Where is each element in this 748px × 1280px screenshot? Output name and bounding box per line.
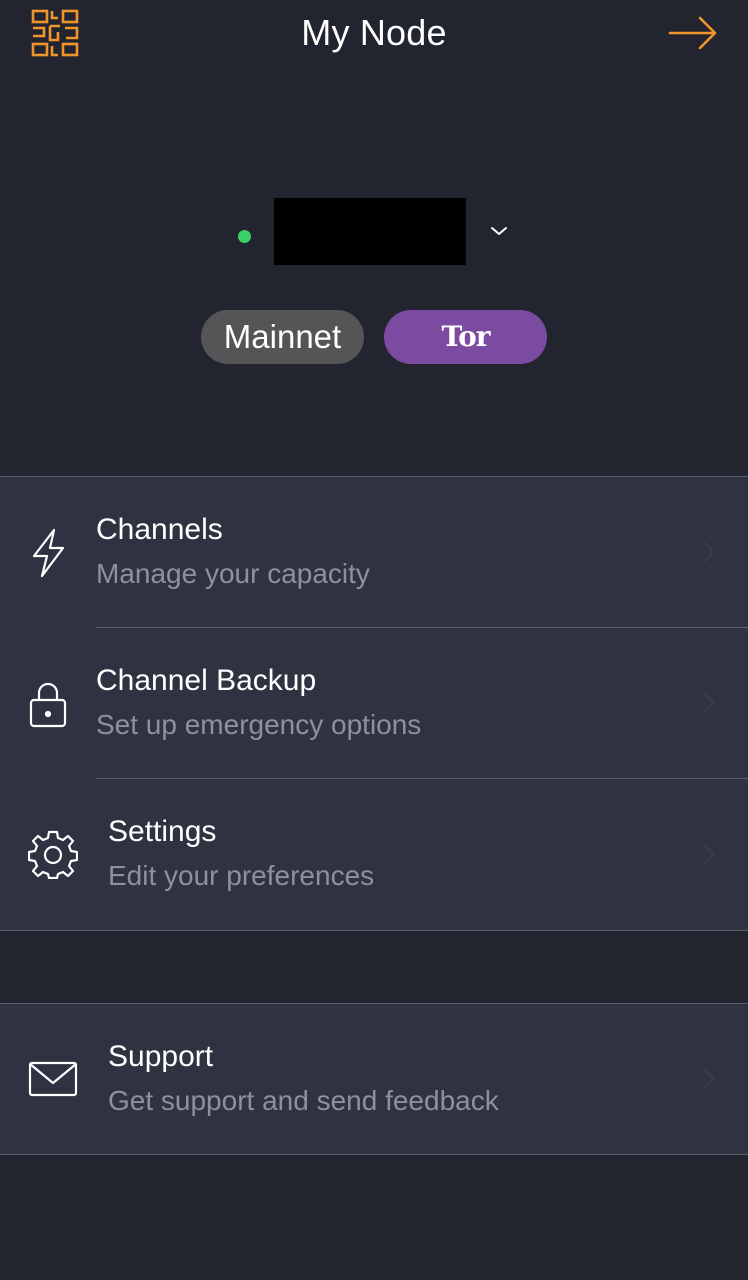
arrow-right-icon (668, 16, 717, 50)
menu-item-channels[interactable]: Channels Manage your capacity (0, 477, 748, 627)
menu-item-subtitle: Get support and send feedback (108, 1085, 499, 1116)
lock-icon (29, 682, 67, 728)
network-badges: Mainnet Tor (0, 310, 748, 364)
envelope-icon (28, 1061, 78, 1097)
my-node-screen: My Node Mainnet Tor Channels Manage your (0, 0, 748, 1280)
menu-item-channel-backup[interactable]: Channel Backup Set up emergency options (0, 628, 748, 778)
tor-logo: Tor (441, 320, 490, 353)
page-title: My Node (301, 12, 447, 53)
chevron-right-icon (704, 1069, 715, 1089)
tor-badge[interactable]: Tor (384, 310, 547, 364)
chevron-right-icon (704, 542, 715, 562)
menu-item-subtitle: Manage your capacity (96, 558, 370, 589)
node-selector[interactable] (0, 196, 748, 266)
support-menu: Support Get support and send feedback (0, 1003, 748, 1155)
menu-item-label: Support (108, 1040, 214, 1073)
menu-item-settings[interactable]: Settings Edit your preferences (0, 779, 748, 929)
menu-item-label: Channels (96, 513, 223, 546)
gear-icon (28, 830, 78, 879)
menu-item-subtitle: Edit your preferences (108, 860, 375, 891)
menu-item-label: Channel Backup (96, 664, 317, 697)
node-menu: Channels Manage your capacity Channel Ba… (0, 476, 748, 931)
menu-item-support[interactable]: Support Get support and send feedback (0, 1004, 748, 1154)
node-name-redacted[interactable] (274, 198, 466, 265)
forward-button[interactable] (668, 14, 718, 52)
chevron-right-icon (704, 844, 715, 864)
lightning-bolt-icon (32, 528, 65, 578)
chevron-right-icon (704, 693, 715, 713)
chevron-down-icon[interactable] (488, 224, 510, 238)
menu-item-subtitle: Set up emergency options (96, 709, 422, 740)
node-status-indicator (238, 230, 251, 243)
header: My Node (0, 0, 748, 70)
mainnet-badge: Mainnet (201, 310, 364, 364)
menu-item-label: Settings (108, 815, 217, 848)
